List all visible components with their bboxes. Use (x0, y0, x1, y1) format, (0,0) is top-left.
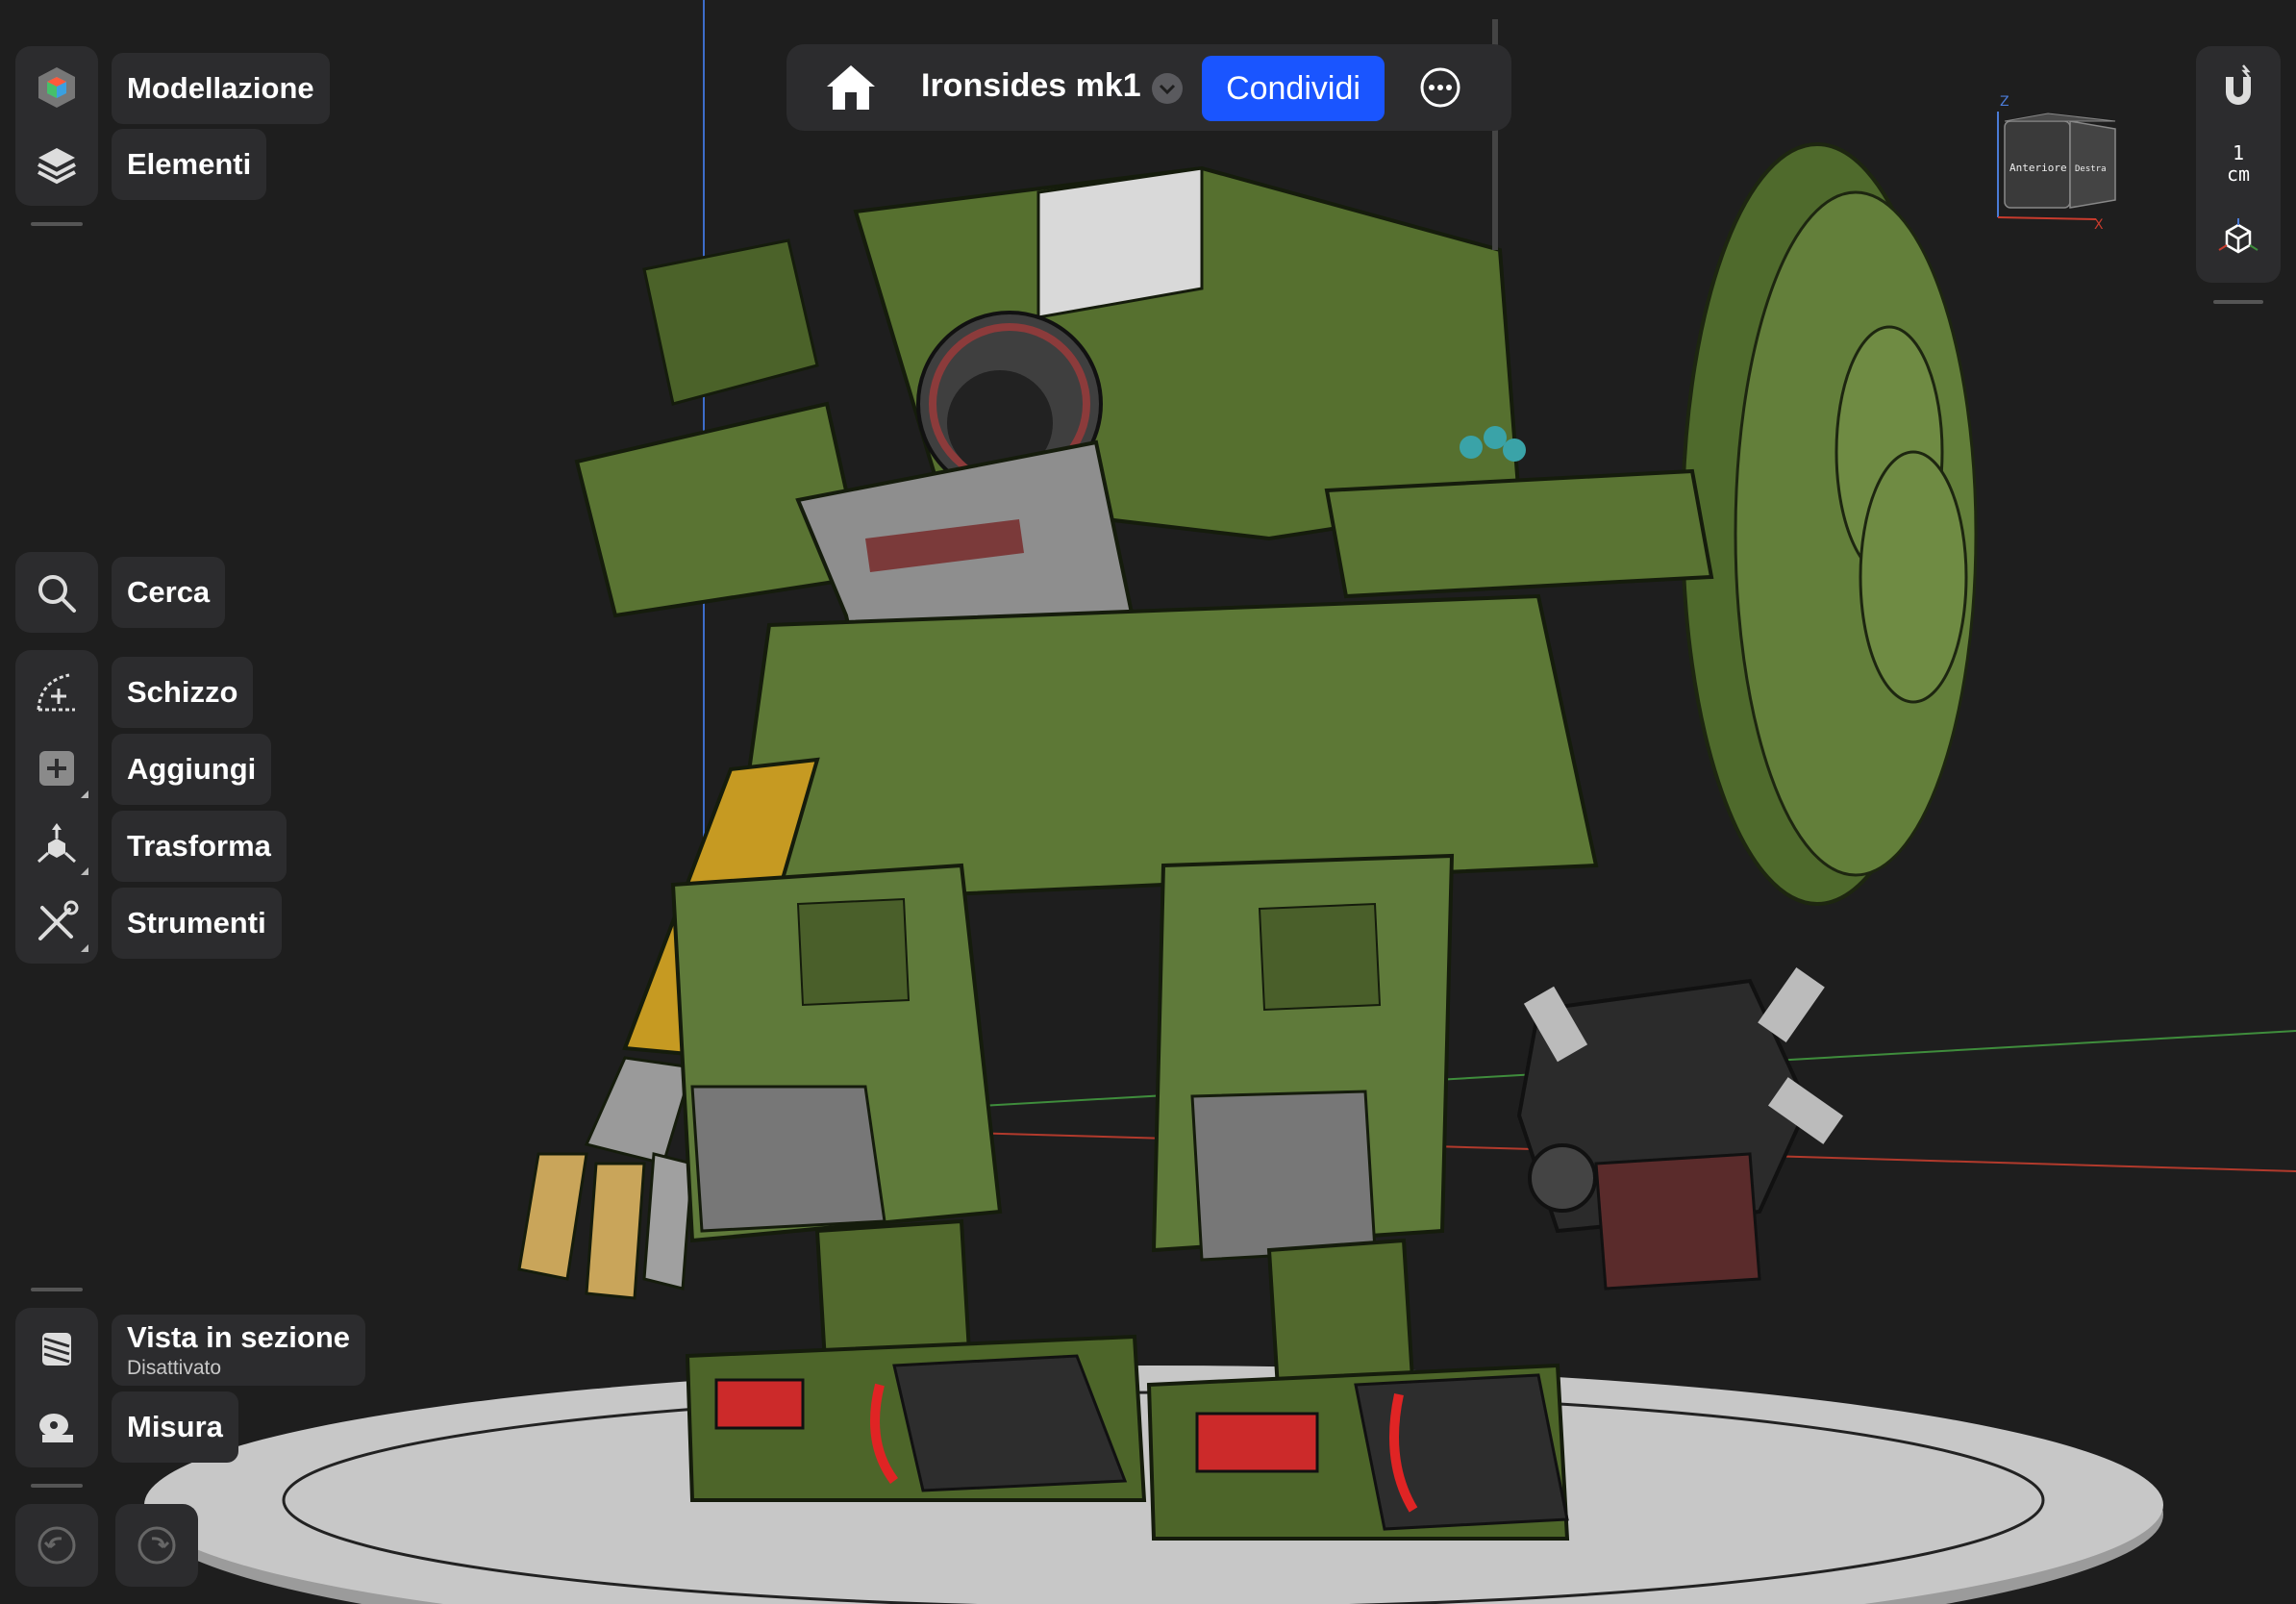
shield-disc (1681, 142, 1978, 906)
tools-icon[interactable] (15, 885, 98, 960)
grid-scale-indicator[interactable]: 1 cm (2196, 142, 2281, 185)
transform-submenu-caret (81, 867, 88, 875)
mech-torso (728, 593, 1599, 907)
mech-left-leg (670, 863, 1147, 1502)
transform-icon[interactable] (15, 808, 98, 883)
right-toolbar: 1 cm (2196, 46, 2281, 283)
search-label[interactable]: Cerca (112, 557, 226, 628)
more-options-icon[interactable] (1419, 66, 1461, 109)
redo-icon (137, 1526, 176, 1565)
measure-label[interactable]: Misura (112, 1391, 238, 1463)
transform-label[interactable]: Trasforma (112, 811, 287, 882)
mech-right-leg (1146, 853, 1570, 1541)
undo-button[interactable] (15, 1504, 98, 1587)
redo-button[interactable] (115, 1504, 198, 1587)
grid-scale-unit: cm (2226, 163, 2251, 186)
toolbar-separator (31, 222, 83, 226)
grid-scale-value: 1 (2232, 141, 2245, 164)
sketch-icon[interactable] (15, 654, 98, 729)
section-view-label[interactable]: Vista in sezione Disattivato (112, 1315, 366, 1386)
search-icon[interactable] (15, 556, 98, 631)
undo-icon (37, 1526, 76, 1565)
axis-x-label: X (2094, 217, 2104, 233)
top-bar: Ironsides mk1 Condividi (786, 44, 1511, 131)
chevron-down-icon (1159, 84, 1176, 95)
sketch-label[interactable]: Schizzo (112, 657, 254, 728)
tools-submenu-caret (81, 944, 88, 952)
plus-icon[interactable] (15, 731, 98, 806)
workspace-label[interactable]: Modellazione (112, 53, 330, 124)
toolbar-separator (31, 1288, 83, 1291)
toolbar-separator (31, 1484, 83, 1488)
workspace-cube-icon[interactable] (15, 50, 98, 125)
right-toolbar-separator (2213, 300, 2263, 304)
add-submenu-caret (81, 790, 88, 798)
nav-cube[interactable]: Z X Anteriore Destra (1990, 92, 2131, 235)
section-view-status: Disattivato (127, 1357, 222, 1379)
layers-icon[interactable] (15, 127, 98, 202)
view-cube-icon[interactable] (2214, 215, 2262, 263)
section-view-title: Vista in sezione (127, 1320, 351, 1354)
document-title[interactable]: Ironsides mk1 (921, 67, 1141, 105)
elements-label[interactable]: Elementi (112, 129, 267, 200)
nav-cube-front-face[interactable]: Anteriore (2009, 162, 2067, 174)
add-label[interactable]: Aggiungi (112, 734, 272, 805)
section-view-icon[interactable] (15, 1312, 98, 1387)
axis-z-label: Z (2000, 94, 2009, 110)
mech-gun-arm (1516, 967, 1843, 1291)
magnet-icon[interactable] (2214, 63, 2262, 112)
tools-label[interactable]: Strumenti (112, 888, 282, 959)
title-dropdown-button[interactable] (1152, 73, 1183, 104)
nav-cube-right-face[interactable]: Destra (2075, 164, 2107, 174)
share-button[interactable]: Condividi (1202, 56, 1385, 121)
tape-measure-icon[interactable] (15, 1389, 98, 1464)
home-icon[interactable] (823, 62, 879, 113)
